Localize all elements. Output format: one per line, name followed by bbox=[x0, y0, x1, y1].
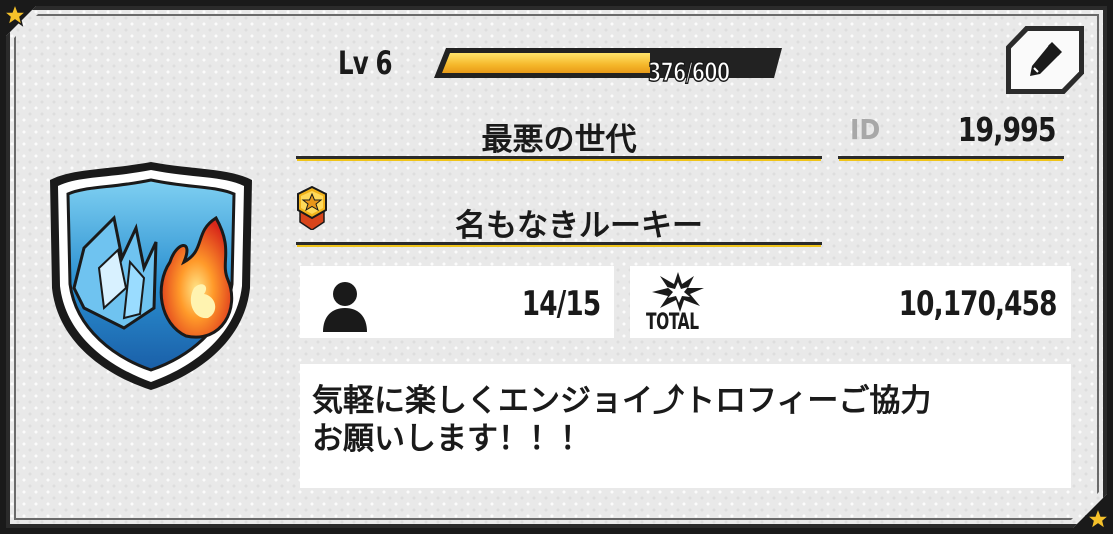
player-title: 名もなきルーキー bbox=[455, 208, 703, 244]
pencil-icon bbox=[1030, 42, 1062, 76]
total-value: 10,170,458 bbox=[899, 284, 1058, 324]
team-profile-panel: Lv 6 376/600 最悪の世代 ID 19,995 名もなきルーキー 14… bbox=[0, 0, 1113, 534]
person-icon bbox=[323, 282, 367, 332]
xp-progress-fill bbox=[442, 53, 650, 73]
id-label: ID bbox=[850, 113, 881, 146]
members-box: 14/15 bbox=[300, 266, 614, 338]
team-comment: 気軽に楽しくエンジョイ⤴トロフィーご協力 お願いします！！！ bbox=[312, 383, 932, 457]
team-name-row: 最悪の世代 bbox=[296, 104, 822, 159]
edit-profile-button[interactable] bbox=[1006, 26, 1084, 94]
star-icon bbox=[2, 2, 28, 27]
member-count: 14/15 bbox=[521, 284, 600, 324]
comment-box: 気軽に楽しくエンジョイ⤴トロフィーご協力 お願いします！！！ bbox=[300, 364, 1071, 488]
explosion-burst-icon bbox=[652, 272, 704, 312]
team-shield-emblem-icon bbox=[50, 162, 252, 390]
star-icon bbox=[1085, 506, 1111, 531]
id-value: 19,995 bbox=[958, 110, 1057, 149]
gold-star-rank-badge-icon bbox=[297, 186, 327, 230]
team-name: 最悪の世代 bbox=[481, 122, 637, 158]
title-row: 名もなきルーキー bbox=[296, 190, 822, 245]
level-label: Lv 6 bbox=[338, 44, 393, 82]
total-label: TOTAL bbox=[646, 310, 699, 335]
xp-progress-bar bbox=[434, 48, 782, 78]
xp-text: 376/600 bbox=[647, 57, 730, 89]
total-box: TOTAL 10,170,458 bbox=[630, 266, 1071, 338]
